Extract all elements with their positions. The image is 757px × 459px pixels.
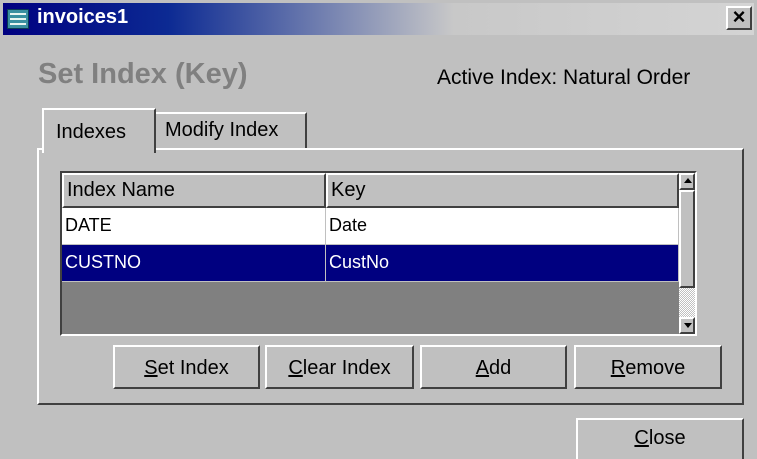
add-button[interactable]: Add	[420, 345, 567, 389]
title-bar[interactable]: invoices1 ×	[3, 3, 754, 35]
column-header-key[interactable]: Key	[326, 173, 679, 208]
page-title: Set Index (Key)	[38, 58, 248, 90]
index-grid[interactable]: Index Name Key DATE Date CUSTNO CustNo	[60, 171, 697, 336]
scroll-thumb[interactable]	[679, 190, 695, 288]
table-row-selected[interactable]: CUSTNO CustNo	[62, 245, 679, 282]
grid-header: Index Name Key	[62, 173, 679, 208]
dialog-window: invoices1 × Set Index (Key) Active Index…	[0, 0, 757, 459]
scroll-up-button[interactable]	[679, 173, 695, 190]
arrow-up-icon	[684, 178, 692, 183]
set-index-button[interactable]: Set Index	[113, 345, 260, 389]
cell-key[interactable]: Date	[326, 208, 679, 245]
table-row[interactable]: DATE Date	[62, 208, 679, 245]
vertical-scrollbar[interactable]	[679, 173, 695, 334]
tab-indexes[interactable]: Indexes	[42, 108, 156, 153]
clear-index-button[interactable]: Clear Index	[265, 345, 414, 389]
remove-button[interactable]: Remove	[574, 345, 722, 389]
cell-index-name[interactable]: DATE	[62, 208, 326, 245]
cell-key[interactable]: CustNo	[326, 245, 679, 282]
close-icon: ×	[732, 4, 746, 29]
close-button[interactable]: Close	[576, 418, 744, 459]
table-icon[interactable]	[7, 9, 29, 29]
column-header-index-name[interactable]: Index Name	[62, 173, 326, 208]
cell-index-name[interactable]: CUSTNO	[62, 245, 326, 282]
active-index-label: Active Index: Natural Order	[437, 66, 691, 89]
arrow-down-icon	[684, 323, 692, 328]
window-title: invoices1	[37, 6, 129, 28]
close-window-button[interactable]: ×	[726, 6, 752, 30]
tab-modify-index[interactable]: Modify Index	[156, 112, 307, 148]
scroll-down-button[interactable]	[679, 317, 695, 334]
